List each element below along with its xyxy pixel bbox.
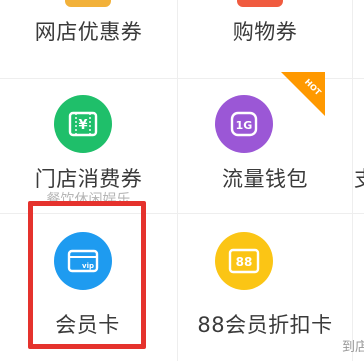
svg-text:1G: 1G [236, 119, 253, 132]
shopping-coupon-icon [237, 0, 283, 7]
partial-item-label: 支 [354, 163, 364, 193]
selection-highlight [28, 201, 146, 349]
hot-badge: HOT [281, 72, 325, 116]
store-consumption-coupon-item[interactable]: ¥ 门店消费券 餐饮休闲娱乐 [0, 79, 177, 213]
service-grid: 网店优惠券 购物券 ¥ 门店消费券 餐饮休闲娱乐 1G 流量钱包 HOT vip… [0, 0, 364, 361]
partial-item-sublabel: 到店 [342, 340, 364, 355]
traffic-wallet-item[interactable]: 1G 流量钱包 [178, 79, 352, 213]
discount-88-icon: 88 [215, 232, 273, 290]
online-coupon-item[interactable]: 网店优惠券 [0, 0, 177, 78]
online-coupon-icon [65, 0, 111, 7]
shopping-coupon-label: 购物券 [232, 20, 298, 44]
traffic-wallet-label: 流量钱包 [222, 167, 308, 191]
yen-ticket-icon: ¥ [54, 95, 112, 153]
shopping-coupon-item[interactable]: 购物券 [178, 0, 352, 78]
traffic-card-icon: 1G [215, 95, 273, 153]
svg-text:¥: ¥ [78, 118, 87, 133]
discount-card-88-label: 88会员折扣卡 [197, 313, 333, 337]
discount-88-icon-text: 88 [236, 255, 253, 269]
grid-divider [352, 0, 353, 361]
discount-card-88-item[interactable]: 88 88会员折扣卡 [178, 214, 352, 361]
online-coupon-label: 网店优惠券 [34, 20, 143, 44]
